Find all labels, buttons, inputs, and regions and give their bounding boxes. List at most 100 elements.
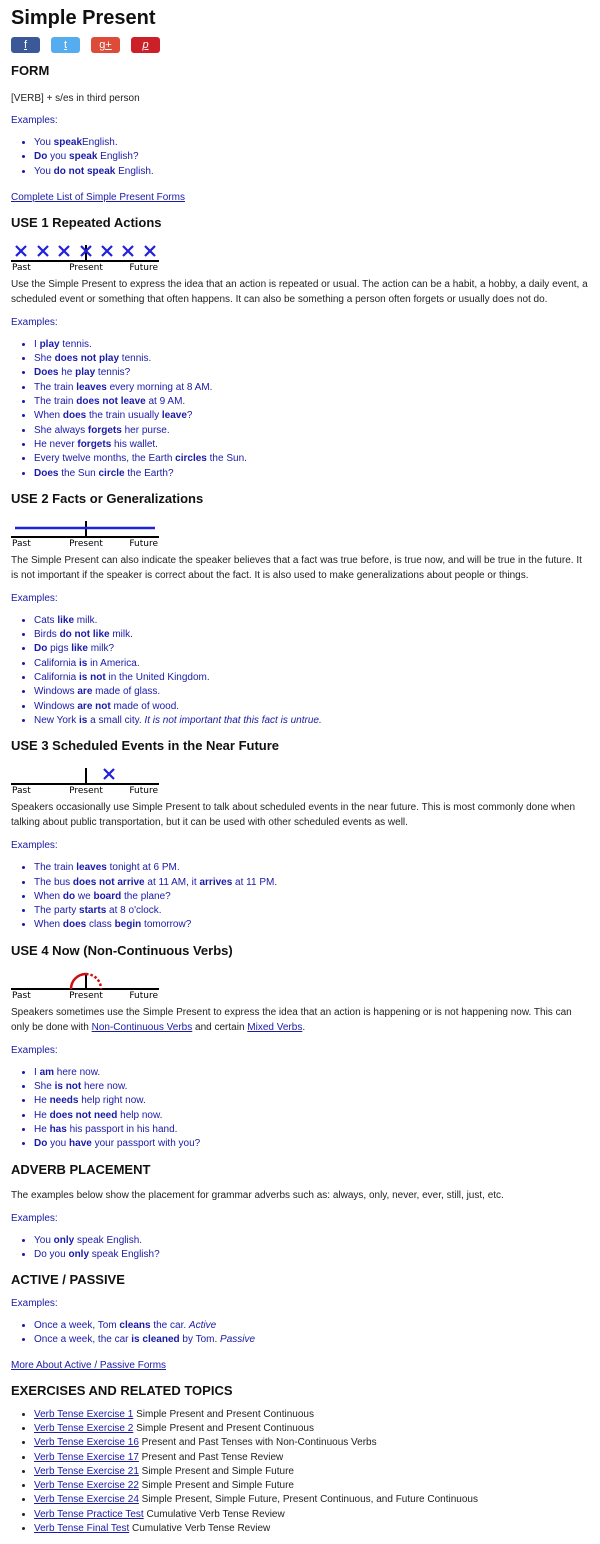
example-item: I play tennis. bbox=[34, 338, 589, 352]
use3-text: Speakers occasionally use Simple Present… bbox=[11, 802, 576, 829]
example-item: The train leaves every morning at 8 AM. bbox=[34, 381, 589, 395]
exercise-link[interactable]: Verb Tense Exercise 21 bbox=[34, 1466, 139, 1477]
exercise-link[interactable]: Verb Tense Exercise 22 bbox=[34, 1480, 139, 1491]
adverb-examples-list: You only speak English.Do you only speak… bbox=[11, 1234, 589, 1263]
past-label: Past bbox=[12, 539, 31, 547]
share-bar: f t g+ p bbox=[11, 37, 589, 53]
example-item: You do not speak English. bbox=[34, 165, 589, 179]
present-label: Present bbox=[69, 263, 103, 271]
mixed-verbs-link[interactable]: Mixed Verbs bbox=[247, 1022, 302, 1033]
google-plus-share-button[interactable]: g+ bbox=[91, 37, 120, 53]
exercise-item: Verb Tense Exercise 16 Present and Past … bbox=[34, 1436, 589, 1450]
exercise-item: Verb Tense Exercise 17 Present and Past … bbox=[34, 1451, 589, 1465]
passive-examples-list: Once a week, Tom cleans the car. ActiveO… bbox=[11, 1319, 589, 1348]
x-mark bbox=[101, 245, 113, 257]
exercise-item: Verb Tense Exercise 1 Simple Present and… bbox=[34, 1408, 589, 1422]
facebook-icon: f bbox=[23, 39, 28, 51]
future-label: Future bbox=[129, 786, 158, 794]
use3-examples-label: Examples: bbox=[11, 840, 58, 852]
use2-heading: USE 2 Facts or Generalizations bbox=[11, 490, 204, 506]
adverb-examples-label: Examples: bbox=[11, 1212, 58, 1224]
use2-examples-label: Examples: bbox=[11, 592, 58, 604]
exercise-link[interactable]: Verb Tense Exercise 16 bbox=[34, 1437, 139, 1448]
pinterest-icon: p bbox=[142, 39, 149, 51]
pinterest-share-button[interactable]: p bbox=[131, 37, 160, 53]
exercise-link[interactable]: Verb Tense Exercise 1 bbox=[34, 1409, 133, 1420]
adverb-heading: ADVERB PLACEMENT bbox=[11, 1161, 151, 1177]
x-mark bbox=[58, 245, 70, 257]
exercise-item: Verb Tense Exercise 24 Simple Present, S… bbox=[34, 1493, 589, 1507]
example-item: Does the Sun circle the Earth? bbox=[34, 467, 589, 481]
present-label: Present bbox=[69, 991, 103, 999]
complete-forms-link[interactable]: Complete List of Simple Present Forms bbox=[11, 192, 185, 203]
x-mark bbox=[37, 245, 49, 257]
example-item: Birds do not like milk. bbox=[34, 628, 589, 642]
use4-text: Speakers sometimes use the Simple Presen… bbox=[11, 1006, 572, 1033]
example-item: New York is a small city. It is not impo… bbox=[34, 714, 589, 728]
form-formula: [VERB] + s/es in third person bbox=[11, 93, 140, 104]
exercises-heading: EXERCISES AND RELATED TOPICS bbox=[11, 1382, 233, 1398]
exercise-link[interactable]: Verb Tense Exercise 2 bbox=[34, 1423, 133, 1434]
example-item: You speakEnglish. bbox=[34, 136, 589, 150]
example-item: The bus does not arrive at 11 AM, it arr… bbox=[34, 876, 589, 890]
example-item: Every twelve months, the Earth circles t… bbox=[34, 452, 589, 466]
exercises-list: Verb Tense Exercise 1 Simple Present and… bbox=[11, 1408, 589, 1537]
example-item: She does not play tennis. bbox=[34, 352, 589, 366]
use4-timeline: Past Present Future bbox=[11, 972, 159, 999]
future-label: Future bbox=[129, 263, 158, 271]
non-continuous-verbs-link[interactable]: Non-Continuous Verbs bbox=[92, 1022, 193, 1033]
use2-examples-list: Cats like milk.Birds do not like milk.Do… bbox=[11, 614, 589, 728]
example-item: When do we board the plane? bbox=[34, 890, 589, 904]
facebook-share-button[interactable]: f bbox=[11, 37, 40, 53]
example-item: I am here now. bbox=[34, 1066, 589, 1080]
exercise-link[interactable]: Verb Tense Practice Test bbox=[34, 1509, 144, 1520]
example-item: Windows are made of glass. bbox=[34, 685, 589, 699]
example-item: He has his passport in his hand. bbox=[34, 1123, 589, 1137]
example-item: The train leaves tonight at 6 PM. bbox=[34, 861, 589, 875]
exercise-link[interactable]: Verb Tense Exercise 17 bbox=[34, 1452, 139, 1463]
google-plus-icon: g+ bbox=[99, 39, 112, 51]
use1-text: Use the Simple Present to express the id… bbox=[11, 278, 588, 305]
now-arc-solid bbox=[69, 972, 87, 989]
form-heading: FORM bbox=[11, 63, 50, 78]
exercise-link[interactable]: Verb Tense Exercise 24 bbox=[34, 1494, 139, 1505]
example-item: Do pigs like milk? bbox=[34, 642, 589, 656]
twitter-icon: t bbox=[63, 39, 68, 51]
example-item: California is in America. bbox=[34, 657, 589, 671]
x-mark bbox=[103, 768, 115, 781]
example-item: Once a week, Tom cleans the car. Active bbox=[34, 1319, 589, 1333]
example-item: When does class begin tomorrow? bbox=[34, 918, 589, 932]
past-label: Past bbox=[12, 786, 31, 794]
now-arc-dashed bbox=[85, 972, 103, 989]
use2-text: The Simple Present can also indicate the… bbox=[11, 554, 582, 581]
use1-timeline: Past Present Future bbox=[11, 244, 159, 271]
exercise-item: Verb Tense Exercise 22 Simple Present an… bbox=[34, 1479, 589, 1493]
example-item: He does not need help now. bbox=[34, 1109, 589, 1123]
active-passive-link[interactable]: More About Active / Passive Forms bbox=[11, 1360, 166, 1371]
passive-examples-label: Examples: bbox=[11, 1298, 58, 1310]
exercise-item: Verb Tense Exercise 21 Simple Present an… bbox=[34, 1465, 589, 1479]
present-label: Present bbox=[69, 539, 103, 547]
example-item: Windows are not made of wood. bbox=[34, 700, 589, 714]
use4-examples-label: Examples: bbox=[11, 1044, 58, 1056]
x-mark bbox=[144, 245, 156, 257]
example-item: You only speak English. bbox=[34, 1234, 589, 1248]
past-label: Past bbox=[12, 991, 31, 999]
form-examples-list: You speakEnglish.Do you speak English?Yo… bbox=[11, 136, 589, 179]
example-item: The party starts at 8 o'clock. bbox=[34, 904, 589, 918]
use1-heading: USE 1 Repeated Actions bbox=[11, 214, 162, 230]
exercise-link[interactable]: Verb Tense Final Test bbox=[34, 1523, 129, 1534]
example-item: Do you only speak English? bbox=[34, 1248, 589, 1262]
twitter-share-button[interactable]: t bbox=[51, 37, 80, 53]
exercise-item: Verb Tense Final Test Cumulative Verb Te… bbox=[34, 1522, 589, 1536]
use3-timeline: Past Present Future bbox=[11, 768, 159, 794]
example-item: She always forgets her purse. bbox=[34, 424, 589, 438]
present-label: Present bbox=[69, 786, 103, 794]
example-item: When does the train usually leave? bbox=[34, 409, 589, 423]
use3-heading: USE 3 Scheduled Events in the Near Futur… bbox=[11, 738, 280, 754]
form-examples-label: Examples: bbox=[11, 115, 58, 126]
use1-examples-list: I play tennis.She does not play tennis. D… bbox=[11, 338, 589, 481]
exercise-item: Verb Tense Exercise 2 Simple Present and… bbox=[34, 1422, 589, 1436]
future-label: Future bbox=[129, 991, 158, 999]
page-title: Simple Present bbox=[11, 7, 156, 29]
